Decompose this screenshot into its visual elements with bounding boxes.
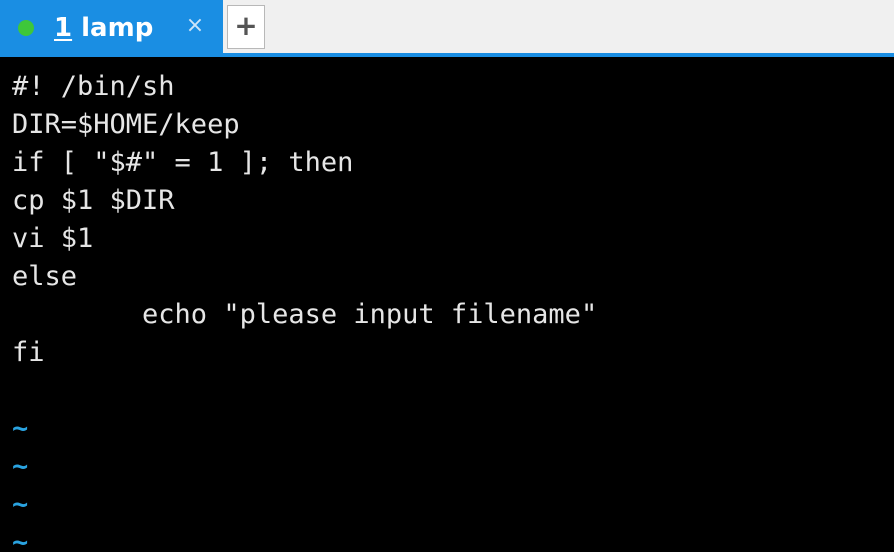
code-line: fi xyxy=(12,337,45,368)
editor-buffer[interactable]: #! /bin/sh DIR=$HOME/keep if [ "$#" = 1 … xyxy=(12,68,597,552)
code-line: #! /bin/sh xyxy=(12,71,175,102)
tab-bar: 1 lamp × + xyxy=(0,0,894,56)
tab-lamp[interactable]: 1 lamp × xyxy=(0,0,223,56)
tab-label: 1 lamp xyxy=(54,12,153,44)
code-line: cp $1 $DIR xyxy=(12,185,175,216)
code-line: if [ "$#" = 1 ]; then xyxy=(12,147,354,178)
tab-title: lamp xyxy=(72,13,154,43)
tab-number: 1 xyxy=(54,13,73,43)
terminal-area[interactable]: #! /bin/sh DIR=$HOME/keep if [ "$#" = 1 … xyxy=(0,57,894,552)
new-tab-button[interactable]: + xyxy=(227,5,265,49)
code-line: else xyxy=(12,261,78,292)
close-icon[interactable]: × xyxy=(184,12,206,40)
empty-line-marker: ~ xyxy=(12,451,29,482)
code-line: vi $1 xyxy=(12,223,94,254)
connection-status-icon xyxy=(18,20,34,36)
empty-line-marker: ~ xyxy=(12,489,29,520)
code-line: echo "please input filename" xyxy=(12,299,598,330)
empty-line-marker: ~ xyxy=(12,527,29,552)
code-line: DIR=$HOME/keep xyxy=(12,109,240,140)
terminal-window: 1 lamp × + #! /bin/sh DIR=$HOME/keep if … xyxy=(0,0,894,552)
empty-line-marker: ~ xyxy=(12,413,29,444)
